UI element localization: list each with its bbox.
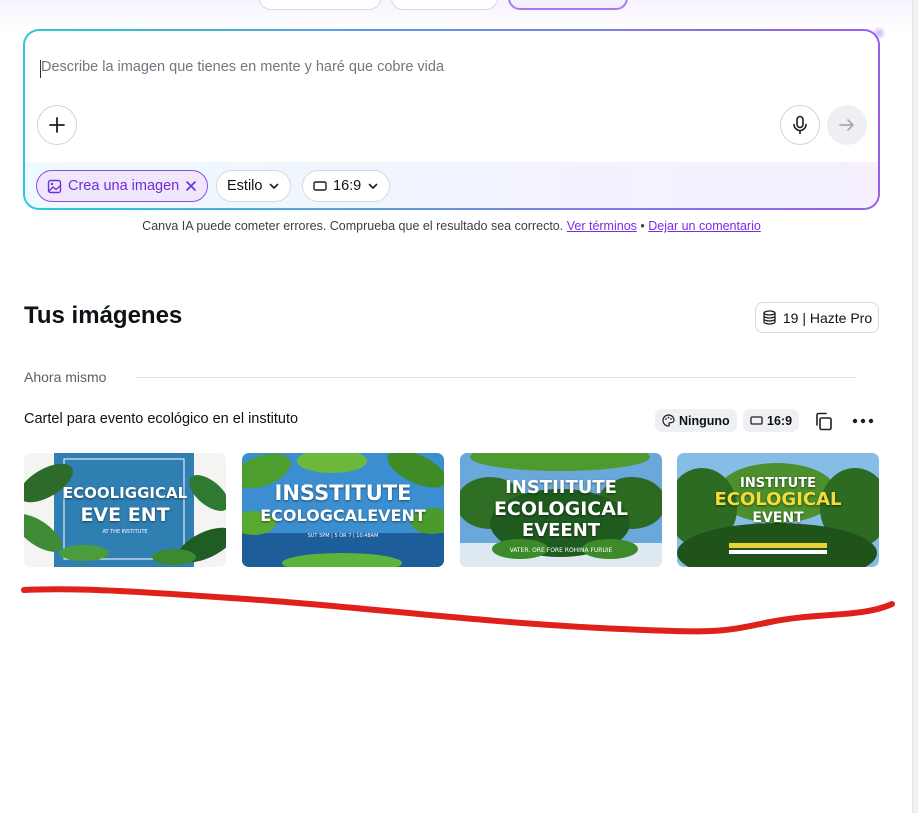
ratio-tag-label: 16:9 [767,413,793,428]
coins-stack-icon [763,310,776,325]
scrollbar[interactable] [912,0,918,813]
top-tab-2[interactable] [391,0,498,10]
top-tab-3-active[interactable] [508,0,628,10]
more-options-button[interactable] [848,408,878,434]
palette-icon [662,414,675,427]
feedback-link[interactable]: Dejar un comentario [648,219,761,233]
aspect-ratio-icon [750,416,763,425]
plus-icon [49,117,65,133]
thumbnail-title-line-3: EVEENT [521,520,601,541]
thumbnail-title-line-1: ECOOLIGGICAL [62,484,188,502]
credits-label: 19 | Hazte Pro [782,309,873,326]
copy-button[interactable] [810,408,836,434]
disclaimer: Canva IA puede cometer errores. Comprueb… [0,219,903,233]
disclaimer-text: Canva IA puede cometer errores. Comprueb… [142,219,564,233]
chevron-down-icon [368,183,378,189]
divider [136,377,856,378]
microphone-button[interactable] [780,105,820,145]
more-horizontal-icon [852,418,874,424]
thumbnail-title-line-3: EVENT [752,510,804,526]
chips-bar: Crea una imagen Estilo 16:9 [25,162,878,208]
disclaimer-separator: • [640,219,645,233]
section-title: Tus imágenes [24,302,183,329]
thumbnail-title-line-2: ECOLOGICAL [714,489,842,510]
microphone-icon [793,115,807,135]
image-icon [47,179,62,193]
prompt-composer: Describe la imagen que tienes en mente y… [23,29,880,210]
aspect-ratio-label: 16:9 [333,178,362,194]
thumbnail-title-line-2: ECOLOGICAL [493,498,629,520]
chevron-down-icon [270,183,279,189]
close-icon[interactable] [185,180,197,192]
create-image-chip[interactable]: Crea una imagen [36,170,209,202]
thumbnail-title-line-1: INSSTITUTE [274,481,412,505]
send-button[interactable] [827,105,867,145]
credits-button[interactable]: 19 | Hazte Pro [755,302,879,333]
style-tag-label: Ninguno [679,413,730,428]
thumbnail-title-line-2: EVE ENT [80,504,170,526]
aspect-ratio-dropdown[interactable]: 16:9 [302,170,391,202]
style-dropdown[interactable]: Estilo [216,170,292,202]
create-image-label: Crea una imagen [68,178,180,194]
generated-image-3[interactable]: INSTIITUTE ECOLOGICAL EVEENT VATER. ORE … [460,453,662,567]
generated-image-1[interactable]: ECOOLIGGICAL EVE ENT AT THE INSTITUTE [24,453,226,567]
thumbnail-title-line-2: ECOLOGCALEVENT [260,506,426,525]
prompt-composer-inner: Describe la imagen que tienes en mente y… [25,31,878,208]
generated-image-2[interactable]: INSSTITUTE ECOLOGCALEVENT SUT 5PM | 5 OR… [242,453,444,567]
time-label: Ahora mismo [24,369,107,385]
generated-image-4[interactable]: INSTITUTE ECOLOGICAL EVENT [677,453,879,567]
generation-prompt: Cartel para evento ecológico en el insti… [24,411,299,427]
thumbnail-subtitle: AT THE INSTITUTE [102,529,148,535]
thumbnail-subtitle: SUT 5PM | 5 OR 7 | 10:48AM [307,533,379,539]
terms-link[interactable]: Ver términos [567,219,637,233]
prompt-input[interactable]: Describe la imagen que tienes en mente y… [41,59,444,75]
ratio-tag: 16:9 [743,409,800,432]
aspect-ratio-icon [313,181,327,191]
add-button[interactable] [37,105,77,145]
copy-icon [815,412,832,430]
style-tag: Ninguno [655,409,737,432]
top-tab-1[interactable] [259,0,381,10]
style-label: Estilo [227,178,263,194]
thumbnail-subtitle: VATER. ORE FORE ROHINA FURUIE [509,547,613,554]
arrow-right-icon [839,119,854,131]
thumbnail-title-line-1: INSTIITUTE [505,477,617,498]
